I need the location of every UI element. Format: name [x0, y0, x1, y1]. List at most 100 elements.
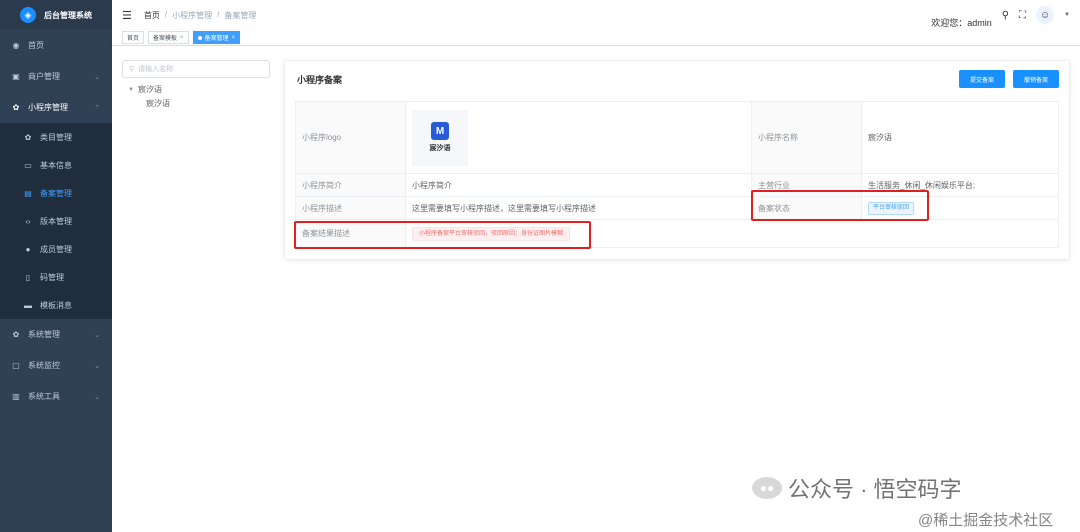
tag-label: 首页	[127, 36, 140, 42]
fullscreen-icon[interactable]: ⛶	[1019, 10, 1026, 21]
top-navbar: ☰ 首页 / 小程序管理 / 备案管理 欢迎您：admin ⚲ ⛶ ☺ ▼	[112, 0, 1080, 30]
sidebar-item-merchant[interactable]: ▣ 商户管理 ⌄	[0, 61, 112, 92]
tag-filing-manage[interactable]: 备案管理 ×	[192, 31, 241, 44]
breadcrumb-separator: /	[164, 9, 168, 19]
tag-filing-template[interactable]: 备案模板 ×	[148, 31, 189, 44]
caret-down-icon[interactable]: ▼	[128, 87, 134, 93]
sidebar-item-home[interactable]: ◉ 首页	[0, 30, 112, 61]
submenu-miniprogram: ✿ 类目管理 ▭ 基本信息 ▤ 备案管理 ‹› 版本管理 ● 成员管理 ▯ 码管…	[0, 123, 112, 319]
close-icon[interactable]: ×	[180, 35, 184, 41]
wechat-icon: ●●	[752, 477, 782, 499]
logo-icon: ◈	[20, 7, 36, 23]
hamburger-icon[interactable]: ☰	[122, 9, 132, 22]
sidebar-item-version[interactable]: ‹› 版本管理	[0, 207, 112, 235]
sidebar-item-label: 版本管理	[40, 216, 72, 226]
filing-descriptions: 小程序logo M 宸汐语 小程序名称 宸汐语 小程序简介 小程序简介 主营行业…	[295, 101, 1059, 248]
sidebar-item-filing[interactable]: ▤ 备案管理	[0, 179, 112, 207]
sidebar-item-tools[interactable]: ▥ 系统工具 ⌄	[0, 381, 112, 412]
tree-node-label: 宸汐语	[137, 85, 162, 94]
tree-pane: ⚲ 请输入名称 ▼ 宸汐语 宸汐语	[122, 60, 272, 109]
shop-icon: ▣	[12, 72, 20, 81]
tree-node-root[interactable]: ▼ 宸汐语	[122, 84, 272, 95]
miniprogram-logo: M 宸汐语	[412, 109, 468, 166]
user-icon: ●	[25, 244, 31, 254]
breadcrumb-miniprogram[interactable]: 小程序管理	[172, 10, 212, 21]
industry-value: 生活服务_休闲_休闲娱乐平台;	[861, 173, 1059, 197]
sidebar-item-members[interactable]: ● 成员管理	[0, 235, 112, 263]
result-badge: 小程序备案平台审核驳回，驳回原因：身份证图片模糊	[412, 226, 571, 241]
chevron-down-icon: ⌄	[94, 73, 100, 81]
sidebar-item-label: 首页	[28, 41, 44, 50]
sidebar-item-label: 系统管理	[28, 330, 60, 339]
status-badge: 平台审核驳回	[868, 201, 915, 215]
breadcrumb-home[interactable]: 首页	[144, 10, 160, 21]
header-actions: 欢迎您：admin ⚲ ⛶ ☺ ▼	[931, 0, 1070, 30]
search-icon: ⚲	[129, 66, 135, 73]
tool-icon: ▥	[12, 392, 20, 401]
logo-text: 宸汐语	[429, 145, 451, 152]
desc-value: 这里需要填写小程序描述，这里需要填写小程序描述	[405, 196, 752, 220]
avatar[interactable]: ☺	[1036, 6, 1055, 24]
desc-label: 小程序描述	[295, 196, 406, 220]
status-label: 备案状态	[751, 196, 862, 220]
sidebar-item-label: 系统监控	[28, 361, 60, 370]
dashboard-icon: ◉	[12, 41, 20, 50]
caret-down-icon[interactable]: ▼	[1064, 12, 1070, 18]
submit-filing-button[interactable]: 提交备案	[959, 70, 1005, 88]
gear-icon: ✿	[12, 330, 20, 339]
sidebar-item-system[interactable]: ✿ 系统管理 ⌄	[0, 319, 112, 350]
tag-label: 备案模板	[153, 36, 178, 42]
intro-label: 小程序简介	[295, 173, 406, 197]
main-content: ⚲ 请输入名称 ▼ 宸汐语 宸汐语 小程序备案 提交备案 撤销备案 小程序log…	[112, 46, 1080, 532]
gear-icon: ✿	[24, 132, 32, 142]
app-title: 后台管理系统	[44, 10, 92, 20]
watermark-text: 公众号 · 悟空码字	[788, 477, 962, 502]
sidebar-item-monitor[interactable]: ▢ 系统监控 ⌄	[0, 350, 112, 381]
tree-node-child[interactable]: 宸汐语	[122, 98, 272, 109]
document-icon: ▤	[24, 188, 32, 198]
breadcrumb-separator: /	[217, 9, 220, 19]
withdraw-filing-button[interactable]: 撤销备案	[1013, 70, 1059, 88]
phone-icon: ▯	[25, 272, 31, 282]
filing-card: 小程序备案 提交备案 撤销备案 小程序logo M 宸汐语 小程序名称 宸汐语 …	[284, 60, 1070, 260]
intro-value: 小程序简介	[405, 173, 752, 197]
watermark: ●● 公众号 · 悟空码字	[752, 472, 962, 504]
monitor-icon: ▢	[12, 361, 20, 370]
sidebar-item-label: 小程序管理	[28, 103, 68, 112]
welcome-text: 欢迎您：admin	[931, 17, 992, 28]
industry-label: 主营行业	[751, 173, 862, 197]
name-label: 小程序名称	[751, 101, 862, 174]
sidebar-item-label: 基本信息	[40, 160, 72, 170]
sidebar-item-label: 系统工具	[28, 392, 60, 401]
breadcrumb: 首页 / 小程序管理 / 备案管理	[144, 10, 256, 21]
message-icon: ▬	[24, 300, 32, 310]
search-icon[interactable]: ⚲	[1002, 10, 1009, 21]
code-icon: ‹›	[25, 216, 31, 226]
chevron-down-icon: ⌄	[94, 362, 100, 370]
card-title: 小程序备案	[297, 75, 343, 85]
tag-home[interactable]: 首页	[122, 31, 145, 44]
chevron-up-icon: ⌃	[94, 104, 100, 112]
sidebar-item-label: 成员管理	[40, 244, 72, 254]
sidebar-item-category[interactable]: ✿ 类目管理	[0, 123, 112, 151]
close-icon[interactable]: ×	[232, 35, 236, 41]
sidebar-item-template-msg[interactable]: ▬ 模板消息	[0, 291, 112, 319]
breadcrumb-filing: 备案管理	[224, 10, 257, 20]
search-placeholder: 请输入名称	[138, 66, 174, 73]
sidebar-item-label: 模板消息	[40, 300, 72, 310]
sidebar-item-label: 备案管理	[40, 188, 72, 198]
sidebar-item-label: 类目管理	[40, 132, 72, 142]
tags-view: 首页 备案模板 × 备案管理 ×	[112, 30, 1080, 46]
brand-logo-icon: M	[431, 122, 449, 140]
gear-icon: ✿	[12, 103, 20, 112]
sidebar: ◈ 后台管理系统 ◉ 首页 ▣ 商户管理 ⌄ ✿ 小程序管理 ⌃ ✿ 类目管理 …	[0, 0, 112, 532]
logo-label: 小程序logo	[295, 101, 406, 174]
chevron-down-icon: ⌄	[94, 331, 100, 339]
sidebar-item-code[interactable]: ▯ 码管理	[0, 263, 112, 291]
result-label: 备案结果描述	[295, 219, 406, 248]
tree-search-input[interactable]: ⚲ 请输入名称	[122, 60, 270, 78]
sidebar-item-miniprogram[interactable]: ✿ 小程序管理 ⌃	[0, 92, 112, 123]
app-logo[interactable]: ◈ 后台管理系统	[0, 0, 112, 30]
sidebar-item-label: 码管理	[40, 272, 64, 282]
sidebar-item-basic-info[interactable]: ▭ 基本信息	[0, 151, 112, 179]
